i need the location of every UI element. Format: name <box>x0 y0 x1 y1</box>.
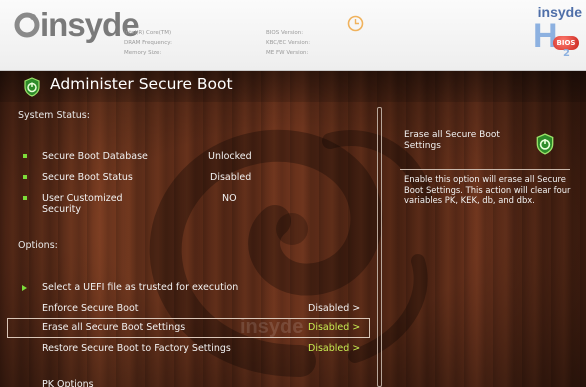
bullet-icon <box>23 154 27 158</box>
system-info-right: BIOS Version: KBC/EC Version: ME FW Vers… <box>266 28 310 58</box>
restore-secure-boot-factory-value[interactable]: Disabled > <box>308 343 360 354</box>
bullet-icon <box>23 196 27 200</box>
restore-secure-boot-factory-label[interactable]: Restore Secure Boot to Factory Settings <box>42 343 231 354</box>
bios-version-label: BIOS Version: <box>266 30 304 36</box>
clock-icon <box>347 15 364 32</box>
setup-main-area: insyde Administer Secure Boot System Sta… <box>0 71 586 387</box>
secure-boot-status-label: Secure Boot Status <box>42 172 133 183</box>
me-fw-version-label: ME FW Version: <box>266 50 309 56</box>
enforce-secure-boot-value[interactable]: Disabled > <box>308 303 360 314</box>
dram-frequency-label: DRAM Frequency: <box>124 40 172 46</box>
erase-secure-boot-settings-value[interactable]: Disabled > <box>308 322 360 333</box>
help-separator <box>400 169 570 170</box>
submenu-arrow-icon <box>22 285 27 291</box>
header-bar: insyde Intel(R) Core(TM) DRAM Frequency:… <box>0 0 586 71</box>
title-bar: Administer Secure Boot <box>0 71 586 102</box>
cpu-label: Intel(R) Core(TM) <box>124 30 172 36</box>
enforce-secure-boot-label[interactable]: Enforce Secure Boot <box>42 303 139 314</box>
page-title: Administer Secure Boot <box>50 75 233 93</box>
h2o-logo-letter: H <box>533 17 558 55</box>
help-description: Enable this option will erase all Secure… <box>404 174 571 205</box>
memory-size-label: Memory Size: <box>124 50 162 56</box>
user-customized-security-label: User Customized Security <box>42 193 123 215</box>
insyde-h2o-bios-logo: insyde H BIOS 2 <box>528 4 582 64</box>
secure-boot-database-value: Unlocked <box>208 151 252 162</box>
secure-boot-database-label: Secure Boot Database <box>42 151 148 162</box>
help-title: Erase all Secure Boot Settings <box>404 130 500 151</box>
select-uefi-file-item[interactable]: Select a UEFI file as trusted for execut… <box>42 282 238 293</box>
insyde-swirl-icon <box>14 12 40 38</box>
user-customized-security-value: NO <box>222 193 237 204</box>
shield-icon <box>536 133 554 155</box>
pk-options-item[interactable]: PK Options <box>42 379 94 387</box>
kbc-ec-version-label: KBC/EC Version: <box>266 40 311 46</box>
h2o-logo-subscript: 2 <box>563 48 570 59</box>
erase-secure-boot-settings-label[interactable]: Erase all Secure Boot Settings <box>42 322 185 333</box>
bullet-icon <box>23 175 27 179</box>
system-info-left: Intel(R) Core(TM) DRAM Frequency: Memory… <box>124 28 172 58</box>
secure-boot-status-value: Disabled <box>210 172 252 183</box>
system-status-heading: System Status: <box>18 110 90 121</box>
panel-divider-scrollbar[interactable] <box>377 107 382 387</box>
shield-icon <box>24 77 40 97</box>
options-heading: Options: <box>18 240 58 251</box>
